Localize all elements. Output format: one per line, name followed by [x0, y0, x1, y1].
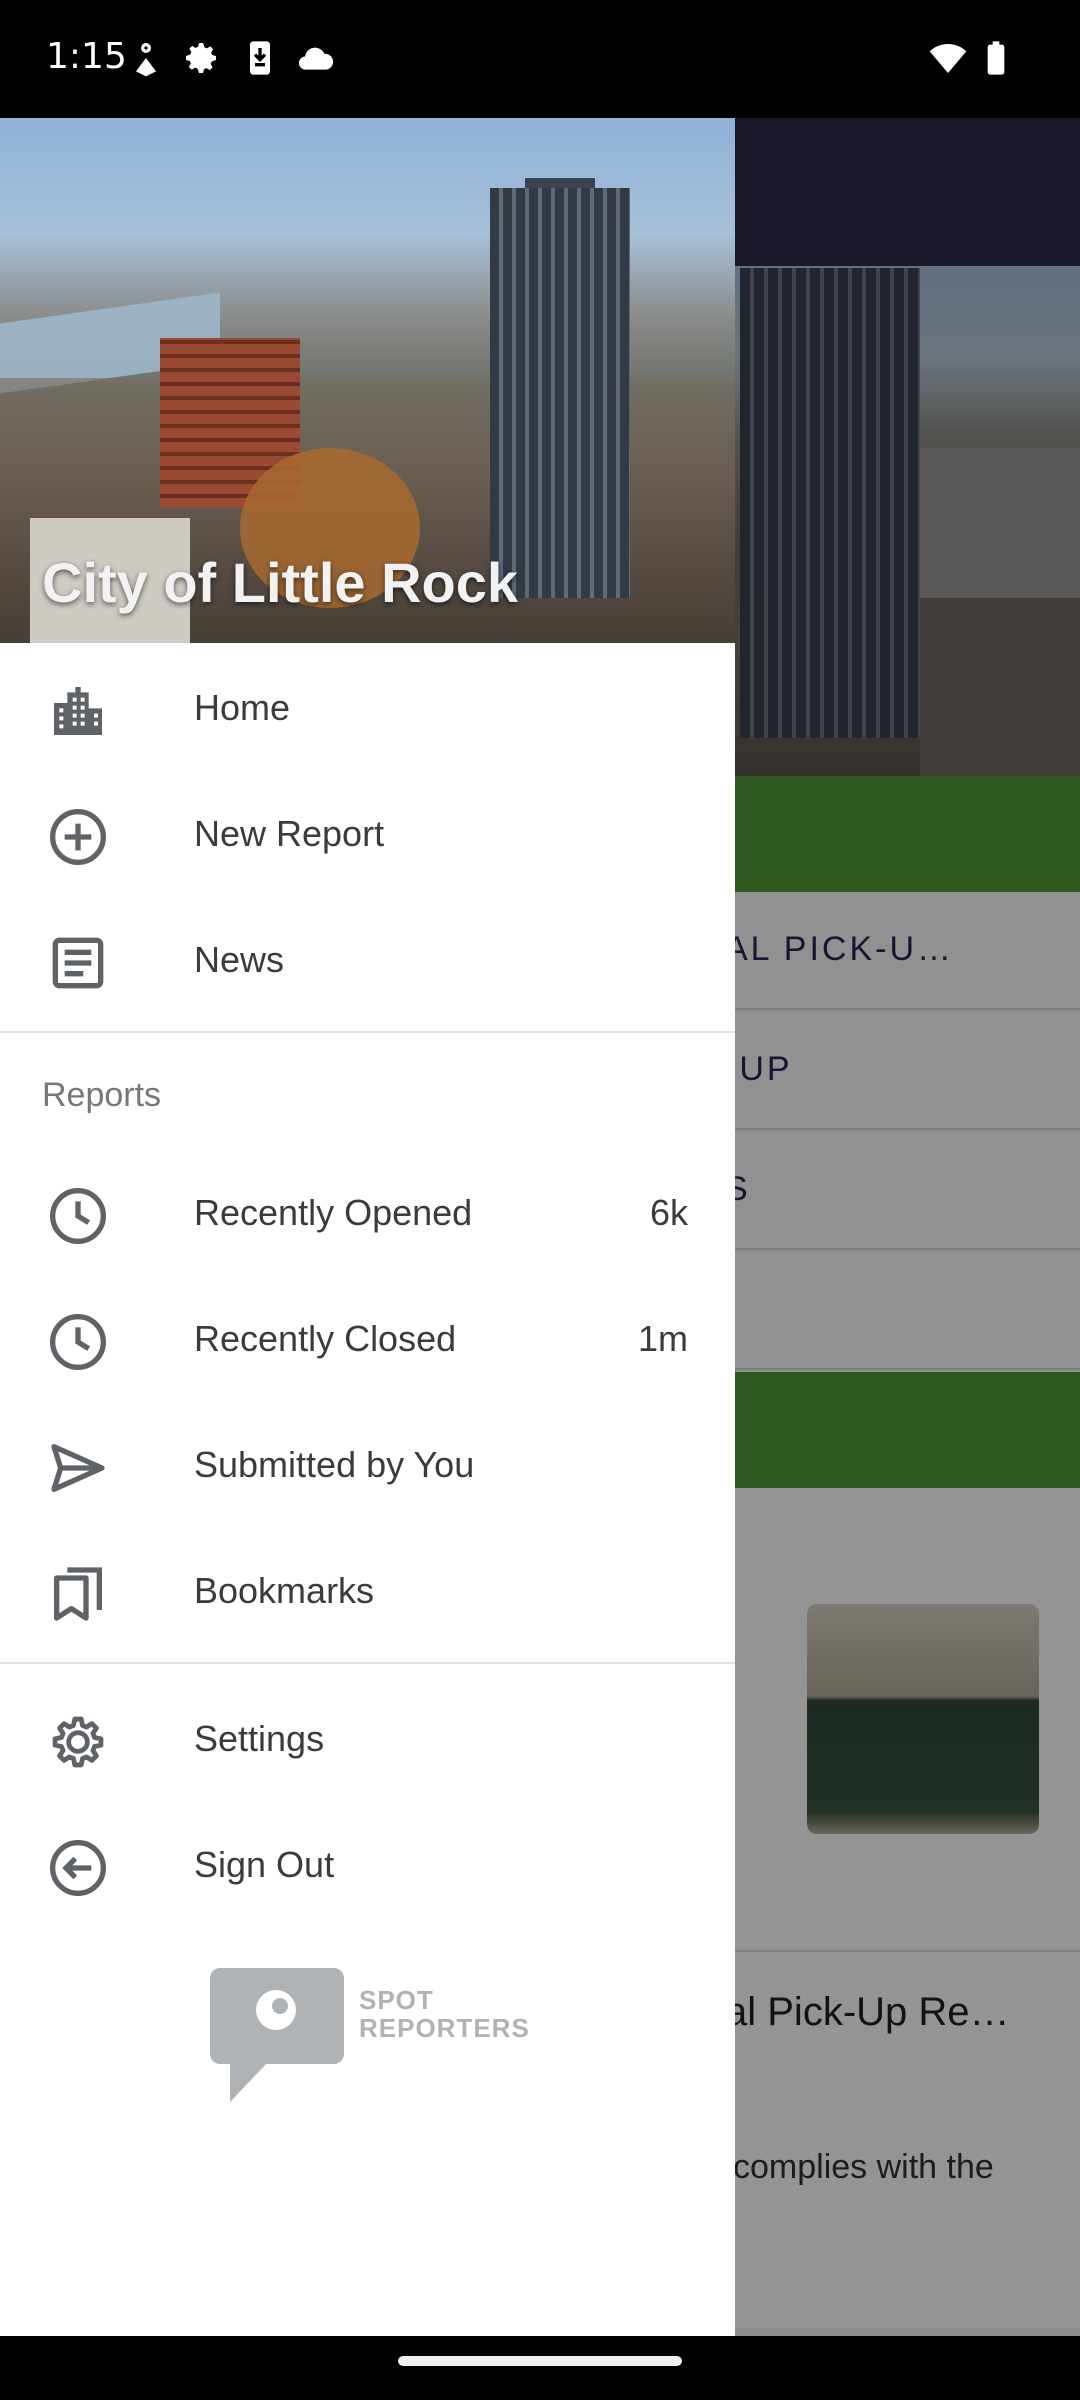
brand-text: SPOT REPORTERS	[359, 1986, 530, 2042]
menu-label: Submitted by You	[194, 1444, 475, 1485]
menu-label: New Report	[194, 813, 385, 854]
clock-icon	[50, 1314, 106, 1370]
menu-label: News	[194, 939, 285, 980]
menu-label: Home	[194, 687, 291, 728]
add-circle-icon	[50, 809, 106, 865]
city-buildings-icon	[54, 687, 102, 735]
divider	[0, 1662, 735, 1664]
status-bar: 1:15	[0, 0, 1080, 118]
count-badge: 1m	[637, 1318, 688, 1359]
menu-item-recently-closed[interactable]: Recently Closed 1m	[0, 1274, 735, 1400]
person-pin-icon	[136, 43, 156, 77]
home-gesture-handle[interactable]	[398, 2356, 682, 2366]
menu-label: Bookmarks	[194, 1570, 375, 1611]
section-header-reports: Reports	[42, 1076, 162, 1114]
count-badge: 6k	[649, 1192, 688, 1233]
menu-item-news[interactable]: News	[0, 895, 735, 1021]
send-icon	[51, 1444, 105, 1492]
menu-label: Settings	[194, 1718, 325, 1759]
settings-icon	[186, 43, 216, 73]
menu-label: Sign Out	[194, 1844, 335, 1885]
divider	[0, 1031, 735, 1033]
menu-label: Recently Opened	[194, 1192, 473, 1233]
bookmarks-icon	[54, 1567, 102, 1621]
brand-line1: SPOT	[359, 1985, 434, 2015]
system-nav-bar	[0, 2336, 1080, 2400]
cloud-icon	[298, 47, 334, 70]
menu-item-home[interactable]: Home	[0, 643, 735, 769]
gear-icon	[52, 1716, 104, 1768]
menu-item-settings[interactable]: Settings	[0, 1674, 735, 1800]
menu-label: Recently Closed	[194, 1318, 457, 1359]
wifi-icon	[929, 44, 967, 73]
drawer-header: City of Little Rock	[0, 118, 735, 643]
menu-item-sign-out[interactable]: Sign Out	[0, 1800, 735, 1926]
clock-icon	[50, 1188, 106, 1244]
header-tower	[490, 188, 630, 598]
menu-item-bookmarks[interactable]: Bookmarks	[0, 1526, 735, 1652]
menu-item-new-report[interactable]: New Report	[0, 769, 735, 895]
status-time: 1:15	[46, 36, 127, 77]
menu-item-submitted-by-you[interactable]: Submitted by You	[0, 1400, 735, 1526]
drawer-title: City of Little Rock	[42, 551, 519, 614]
article-icon	[52, 937, 104, 989]
brand-line2: REPORTERS	[359, 2013, 530, 2043]
battery-icon	[987, 41, 1005, 75]
sign-out-icon	[50, 1840, 106, 1896]
download-icon	[250, 41, 270, 75]
menu-item-recently-opened[interactable]: Recently Opened 6k	[0, 1148, 735, 1274]
navigation-drawer: City of Little Rock Home New Report News…	[0, 118, 735, 2336]
